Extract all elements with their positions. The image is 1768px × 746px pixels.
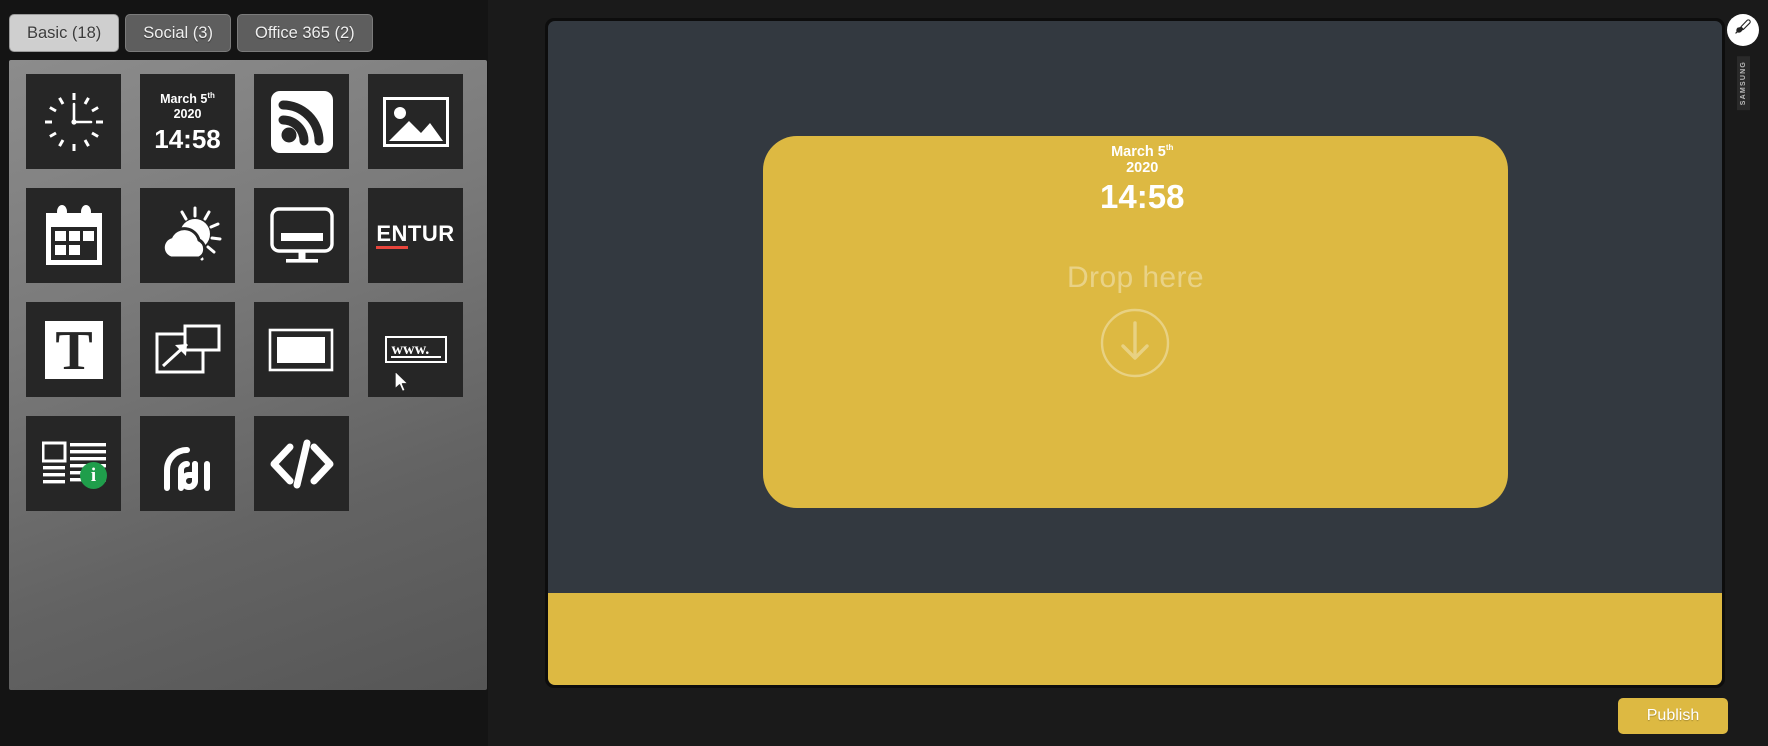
widget-tile-entur[interactable]: EN TUR	[368, 188, 463, 283]
category-tabs: Basic (18) Social (3) Office 365 (2)	[9, 14, 373, 52]
tab-social[interactable]: Social (3)	[125, 14, 231, 52]
tab-office365[interactable]: Office 365 (2)	[236, 14, 373, 52]
samsung-brand-label: SAMSUNG	[1737, 56, 1750, 111]
entur-logo-primary: EN	[376, 222, 408, 249]
widget-tile-embed-code[interactable]	[254, 416, 349, 511]
app-root: Basic (18) Social (3) Office 365 (2) Mar…	[0, 0, 1768, 746]
calendar-icon	[43, 204, 105, 267]
popup-window-icon	[155, 324, 221, 376]
dropzone[interactable]: Drop here March 5th 2020 14:58	[763, 136, 1508, 508]
widget-tile-web-url[interactable]: www.	[368, 302, 463, 397]
date-line-2: 2020	[173, 106, 202, 121]
drag-ghost-date-suffix: th	[1165, 143, 1174, 152]
weather-icon	[154, 206, 222, 266]
brush-button[interactable]	[1727, 14, 1759, 46]
drag-ghost-date-line-2: 2020	[1126, 159, 1159, 176]
tab-basic-label: Basic (18)	[27, 23, 102, 42]
preview-screen: Drop here March 5th 2020 14:58	[548, 21, 1722, 685]
wifi-signal-icon	[157, 434, 219, 494]
tab-social-label: Social (3)	[143, 23, 213, 42]
widget-panel-surface: March 5th 2020 14:58 EN TUR T www. i	[9, 60, 487, 690]
date-time-date: March 5th 2020	[160, 89, 215, 120]
drag-ghost-date: March 5th 2020	[1100, 140, 1184, 176]
widget-tile-news[interactable]: i	[26, 416, 121, 511]
widget-tile-video[interactable]	[254, 302, 349, 397]
svg-text:T: T	[55, 321, 92, 379]
info-badge: i	[80, 462, 107, 489]
widget-tile-monitor[interactable]	[254, 188, 349, 283]
tab-basic[interactable]: Basic (18)	[9, 14, 120, 52]
widget-tile-text[interactable]: T	[26, 302, 121, 397]
drag-ghost-date-line-1: March 5	[1111, 143, 1166, 160]
tab-office365-label: Office 365 (2)	[254, 23, 355, 42]
download-circle-icon	[1099, 307, 1171, 384]
widget-library-panel: Basic (18) Social (3) Office 365 (2) Mar…	[0, 0, 488, 746]
monitor-icon	[269, 206, 334, 265]
rss-feed-icon	[270, 90, 334, 154]
publish-button[interactable]: Publish	[1618, 698, 1728, 734]
widget-tile-clock[interactable]	[26, 74, 121, 169]
drag-ghost-time: 14:58	[1100, 177, 1185, 215]
widget-tile-image[interactable]	[368, 74, 463, 169]
image-icon	[382, 96, 449, 147]
dropzone-label: Drop here	[1066, 260, 1204, 294]
paintbrush-icon	[1734, 18, 1753, 42]
text-t-icon: T	[44, 320, 103, 379]
date-time-clock: 14:58	[154, 123, 221, 154]
video-frame-icon	[268, 328, 336, 372]
widget-tile-signal[interactable]	[140, 416, 235, 511]
entur-logo-icon: EN TUR	[376, 220, 455, 249]
widget-tile-rss[interactable]	[254, 74, 349, 169]
widget-tile-date-time[interactable]: March 5th 2020 14:58	[140, 74, 235, 169]
widget-tile-calendar[interactable]	[26, 188, 121, 283]
widget-tile-popup[interactable]	[140, 302, 235, 397]
analog-clock-icon	[40, 88, 108, 156]
preview-stage: Drop here March 5th 2020 14:58	[545, 18, 1725, 688]
dropzone-inner: Drop here	[1067, 261, 1204, 384]
date-line-1: March 5	[160, 92, 208, 107]
widget-tile-weather[interactable]	[140, 188, 235, 283]
entur-logo-secondary: TUR	[407, 220, 455, 246]
canvas-bottom-band[interactable]	[548, 593, 1722, 685]
code-embed-icon	[269, 438, 335, 490]
web-url-text: www.	[391, 340, 430, 358]
widget-grid: March 5th 2020 14:58 EN TUR T www. i	[26, 74, 463, 511]
drag-ghost-date-time: March 5th 2020 14:58	[1100, 140, 1184, 216]
web-url-icon: www.	[384, 336, 447, 363]
date-suffix: th	[207, 91, 215, 101]
